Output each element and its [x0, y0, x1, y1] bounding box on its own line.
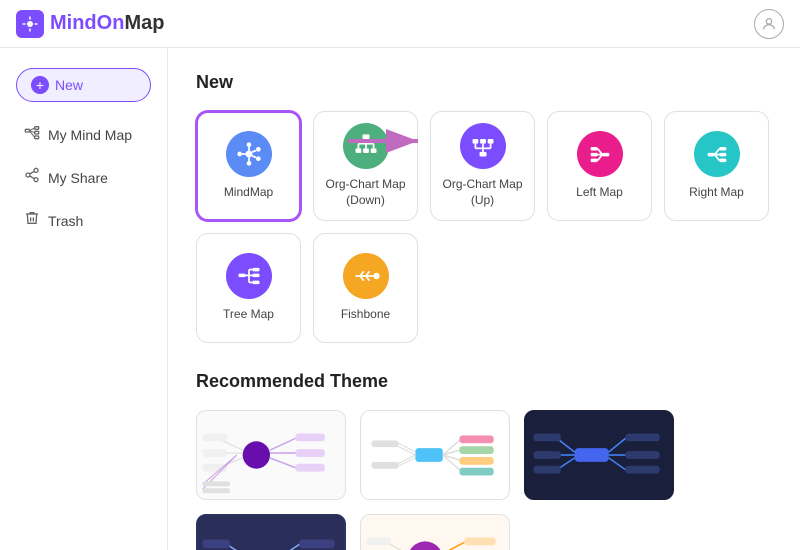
- theme-grid: [196, 410, 772, 550]
- tree-map-label: Tree Map: [223, 307, 274, 323]
- logo-icon: [16, 10, 44, 38]
- sidebar-item-my-share[interactable]: My Share: [8, 157, 159, 198]
- map-card-left-map[interactable]: Left Map: [547, 111, 652, 221]
- theme-card-2[interactable]: [360, 410, 510, 500]
- main-layout: + New My Mind Map My Share Trash: [0, 48, 800, 550]
- theme-card-4[interactable]: [196, 514, 346, 550]
- map-card-right-map[interactable]: Right Map: [664, 111, 769, 221]
- theme-card-3[interactable]: [524, 410, 674, 500]
- org-chart-down-icon: [343, 123, 389, 169]
- right-map-label: Right Map: [689, 185, 744, 201]
- mindmap-icon: [226, 131, 272, 177]
- map-type-grid: MindMap Org-Chart Map (Down) Org-Chart M…: [196, 111, 772, 343]
- org-chart-up-icon: [460, 123, 506, 169]
- sidebar-trash-label: Trash: [48, 213, 83, 229]
- theme-section-title: Recommended Theme: [196, 371, 772, 392]
- new-section-title: New: [196, 72, 772, 93]
- trash-icon: [24, 210, 40, 231]
- mindmap-label: MindMap: [224, 185, 273, 201]
- org-chart-up-label: Org-Chart Map (Up): [431, 177, 534, 208]
- right-map-icon: [694, 131, 740, 177]
- new-button-label: New: [55, 77, 83, 93]
- map-card-fishbone[interactable]: Fishbone: [313, 233, 418, 343]
- sidebar: + New My Mind Map My Share Trash: [0, 48, 168, 550]
- new-plus-icon: +: [31, 76, 49, 94]
- left-map-icon: [577, 131, 623, 177]
- map-card-org-chart-up[interactable]: Org-Chart Map (Up): [430, 111, 535, 221]
- header: MindOnMap: [0, 0, 800, 48]
- theme-card-1[interactable]: [196, 410, 346, 500]
- sidebar-item-my-mind-map[interactable]: My Mind Map: [8, 114, 159, 155]
- org-chart-down-label: Org-Chart Map (Down): [314, 177, 417, 208]
- sidebar-my-mind-map-label: My Mind Map: [48, 127, 132, 143]
- sidebar-item-trash[interactable]: Trash: [8, 200, 159, 241]
- new-button[interactable]: + New: [16, 68, 151, 102]
- tree-map-icon: [226, 253, 272, 299]
- logo-text: MindOnMap: [50, 12, 164, 35]
- fishbone-icon: [343, 253, 389, 299]
- mind-map-icon: [24, 124, 40, 145]
- map-card-tree-map[interactable]: Tree Map: [196, 233, 301, 343]
- content-area: New MindMap Org-Chart Map (Down): [168, 48, 800, 550]
- map-card-org-chart-down[interactable]: Org-Chart Map (Down): [313, 111, 418, 221]
- theme-card-5[interactable]: [360, 514, 510, 550]
- map-card-mindmap[interactable]: MindMap: [196, 111, 301, 221]
- sidebar-my-share-label: My Share: [48, 170, 108, 186]
- left-map-label: Left Map: [576, 185, 623, 201]
- user-avatar-button[interactable]: [754, 9, 784, 39]
- logo: MindOnMap: [16, 10, 164, 38]
- share-icon: [24, 167, 40, 188]
- fishbone-label: Fishbone: [341, 307, 390, 323]
